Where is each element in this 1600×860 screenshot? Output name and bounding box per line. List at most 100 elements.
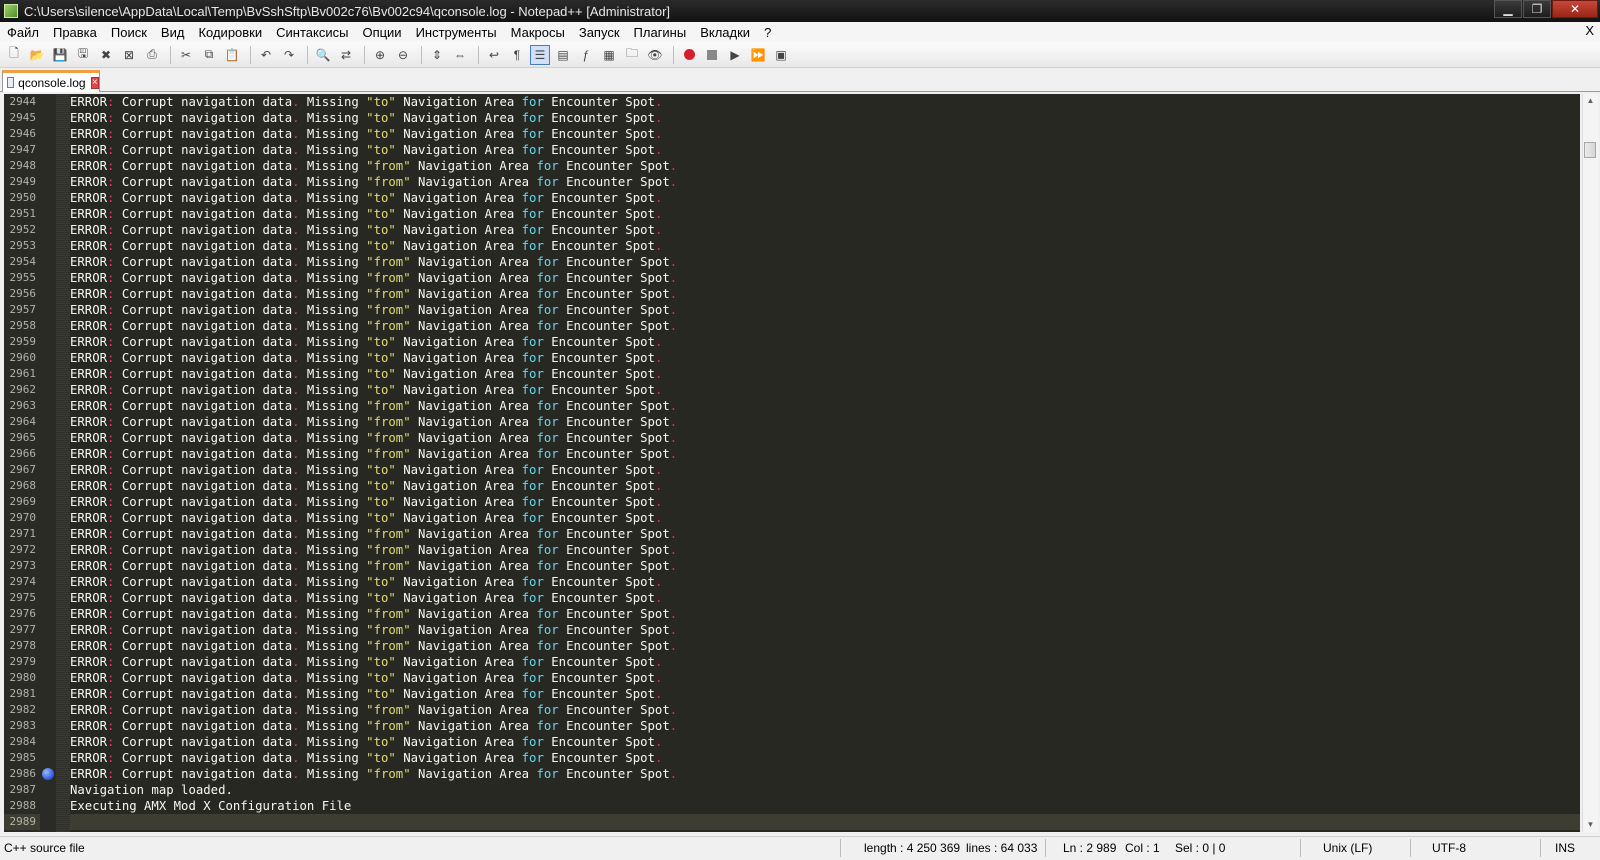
punctuation: . xyxy=(292,175,300,189)
user-language-icon[interactable]: ▤ xyxy=(553,45,573,65)
punctuation: . xyxy=(292,463,300,477)
open-file-icon[interactable]: 📂 xyxy=(27,45,47,65)
vertical-scrollbar[interactable]: ▲ ▼ xyxy=(1582,94,1598,832)
punctuation: . xyxy=(669,527,678,541)
fold-margin[interactable] xyxy=(56,94,70,832)
code-line: ERROR: Corrupt navigation data. Missing … xyxy=(70,462,1580,478)
replace-icon[interactable]: ⇄ xyxy=(336,45,356,65)
close-all-icon[interactable]: ⊠ xyxy=(119,45,139,65)
menu-item[interactable]: Опции xyxy=(355,25,408,40)
log-text: Encounter Spot xyxy=(558,623,670,637)
word-wrap-icon[interactable]: ↩ xyxy=(484,45,504,65)
log-text: Encounter Spot xyxy=(558,255,670,269)
tab-close-icon[interactable]: × xyxy=(90,76,99,89)
redo-icon[interactable]: ↷ xyxy=(279,45,299,65)
folder-workspace-icon[interactable]: 🗀 xyxy=(622,45,642,65)
zoom-in-icon[interactable]: ⊕ xyxy=(370,45,390,65)
paste-icon[interactable]: 📋 xyxy=(222,45,242,65)
minimize-button[interactable]: ▁ xyxy=(1494,0,1522,18)
line-number: 2956 xyxy=(9,287,37,300)
log-text: Encounter Spot xyxy=(543,239,655,253)
line-number: 2965 xyxy=(9,431,37,444)
status-eol[interactable]: Unix (LF) xyxy=(1323,841,1372,855)
string-literal: "to" xyxy=(366,495,396,509)
sync-horizontal-icon[interactable]: ⇔ xyxy=(450,45,470,65)
menu-item[interactable]: Кодировки xyxy=(191,25,269,40)
punctuation: . xyxy=(292,527,300,541)
indent-guide-icon[interactable]: ☰ xyxy=(530,44,550,65)
code-line: ERROR: Corrupt navigation data. Missing … xyxy=(70,654,1580,670)
log-text: Encounter Spot xyxy=(558,559,670,573)
tab-qconsole-log[interactable]: qconsole.log × xyxy=(2,70,100,92)
function-list-icon[interactable]: ƒ xyxy=(576,45,596,65)
find-icon[interactable]: 🔍 xyxy=(313,45,333,65)
print-icon[interactable]: ⎙ xyxy=(142,45,162,65)
scroll-down-arrow[interactable]: ▼ xyxy=(1583,818,1598,832)
punctuation: . xyxy=(669,319,678,333)
status-divider xyxy=(1410,839,1411,857)
log-text: Corrupt navigation data xyxy=(114,719,293,733)
error-token: ERROR xyxy=(70,351,108,365)
log-text: Corrupt navigation data xyxy=(114,319,293,333)
status-ln: Ln : 2 989 xyxy=(1063,841,1117,855)
tab-bar: qconsole.log × xyxy=(0,68,1600,92)
log-text: Navigation Area xyxy=(410,175,537,189)
menu-item[interactable]: Макросы xyxy=(504,25,572,40)
menu-item[interactable]: ? xyxy=(757,25,778,40)
menu-item[interactable]: Запуск xyxy=(572,25,627,40)
scroll-up-arrow[interactable]: ▲ xyxy=(1583,94,1598,108)
keyword: for xyxy=(536,287,559,301)
close-file-icon[interactable]: ✖ xyxy=(96,45,116,65)
line-number: 2946 xyxy=(9,127,37,140)
punctuation: . xyxy=(654,127,663,141)
string-literal: "to" xyxy=(366,207,396,221)
copy-icon[interactable]: ⧉ xyxy=(199,45,219,65)
menu-item[interactable]: Синтаксисы xyxy=(269,25,355,40)
log-text: Corrupt navigation data xyxy=(114,223,293,237)
menu-item[interactable]: Плагины xyxy=(627,25,694,40)
menu-item[interactable]: Файл xyxy=(0,25,46,40)
menu-item[interactable]: Инструменты xyxy=(409,25,504,40)
zoom-out-icon[interactable]: ⊖ xyxy=(393,45,413,65)
record-macro-icon[interactable] xyxy=(679,45,699,65)
menu-item[interactable]: Вид xyxy=(154,25,192,40)
string-literal: "from" xyxy=(366,319,411,333)
log-text: Encounter Spot xyxy=(543,671,655,685)
maximize-button[interactable]: ❐ xyxy=(1523,0,1551,18)
code-line xyxy=(70,814,1580,830)
save-all-icon[interactable]: 🖫 xyxy=(73,45,93,65)
punctuation: . xyxy=(292,335,300,349)
menu-item[interactable]: Правка xyxy=(46,25,104,40)
doc-map-icon[interactable]: ▦ xyxy=(599,45,619,65)
bookmark-icon[interactable] xyxy=(42,768,54,780)
play-macro-icon[interactable]: ▶ xyxy=(725,45,745,65)
log-text: Missing xyxy=(299,335,367,349)
line-number: 2972 xyxy=(9,543,37,556)
close-document-button[interactable]: X xyxy=(1585,23,1594,38)
menu-item[interactable]: Поиск xyxy=(104,25,154,40)
log-text: Navigation Area xyxy=(395,191,522,205)
log-text: Navigation Area xyxy=(410,639,537,653)
undo-icon[interactable]: ↶ xyxy=(256,45,276,65)
save-macro-icon[interactable]: ▣ xyxy=(771,45,791,65)
close-window-button[interactable]: ✕ xyxy=(1552,0,1598,18)
save-icon[interactable]: 💾 xyxy=(50,45,70,65)
error-token: ERROR xyxy=(70,543,108,557)
string-literal: "from" xyxy=(366,719,411,733)
stop-macro-icon[interactable] xyxy=(702,45,722,65)
bookmark-margin[interactable] xyxy=(40,94,56,832)
scroll-thumb[interactable] xyxy=(1584,142,1596,158)
text-area[interactable]: ERROR: Corrupt navigation data. Missing … xyxy=(70,94,1580,832)
sync-vertical-icon[interactable]: ⇕ xyxy=(427,45,447,65)
punctuation: . xyxy=(669,639,678,653)
string-literal: "to" xyxy=(366,127,396,141)
run-macro-multiple-icon[interactable]: ⏩ xyxy=(748,45,768,65)
punctuation: . xyxy=(669,159,678,173)
error-token: ERROR xyxy=(70,399,108,413)
log-text: Navigation Area xyxy=(410,303,537,317)
show-all-chars-icon[interactable]: ¶ xyxy=(507,45,527,65)
menu-item[interactable]: Вкладки xyxy=(693,25,757,40)
new-file-icon[interactable]: 🗋 xyxy=(4,45,24,65)
monitoring-icon[interactable]: 👁 xyxy=(645,45,665,65)
cut-icon[interactable]: ✂ xyxy=(176,45,196,65)
